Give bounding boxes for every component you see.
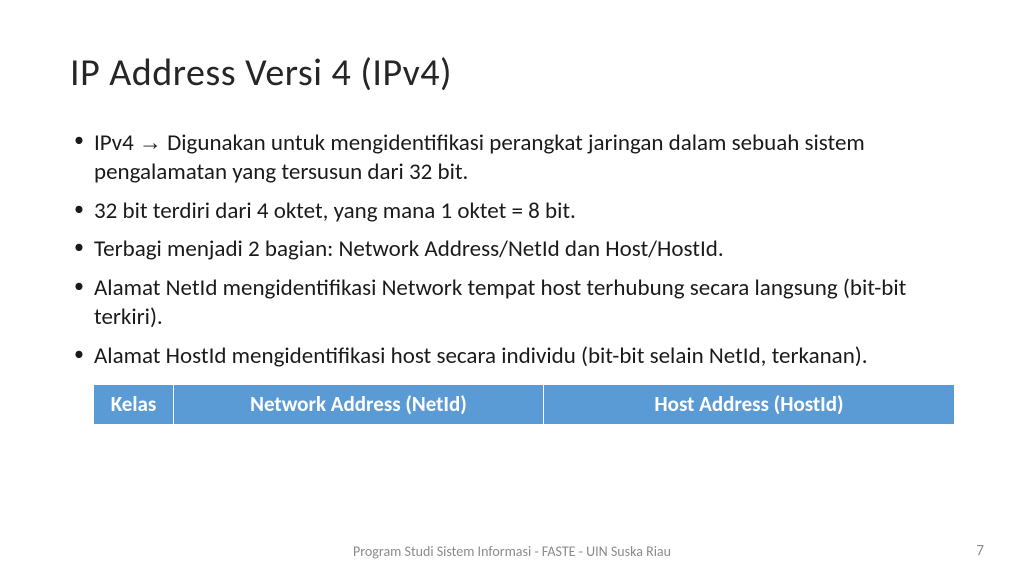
- page-number: 7: [976, 542, 984, 560]
- footer-text: Program Studi Sistem Informasi - FASTE -…: [0, 543, 1024, 560]
- table-header-hostid: Host Address (HostId): [544, 385, 954, 424]
- list-item: Alamat NetId mengidentifikasi Network te…: [70, 274, 954, 333]
- bullet-list: IPv4 → Digunakan untuk mengidentifikasi …: [70, 128, 954, 371]
- list-item: 32 bit terdiri dari 4 oktet, yang mana 1…: [70, 197, 954, 226]
- list-item: Alamat HostId mengidentifikasi host seca…: [70, 342, 954, 371]
- table-header-netid: Network Address (NetId): [174, 385, 544, 424]
- list-item: IPv4 → Digunakan untuk mengidentifikasi …: [70, 128, 954, 188]
- slide-title: IP Address Versi 4 (IPv4): [70, 50, 954, 96]
- arrow-right-icon: →: [139, 129, 162, 155]
- bullet-prefix: IPv4: [94, 129, 139, 157]
- list-item: Terbagi menjadi 2 bagian: Network Addres…: [70, 235, 954, 264]
- bullet-text: Digunakan untuk mengidentifikasi perangk…: [94, 129, 865, 186]
- address-class-table: Kelas Network Address (NetId) Host Addre…: [94, 385, 954, 424]
- table-header-kelas: Kelas: [94, 385, 174, 424]
